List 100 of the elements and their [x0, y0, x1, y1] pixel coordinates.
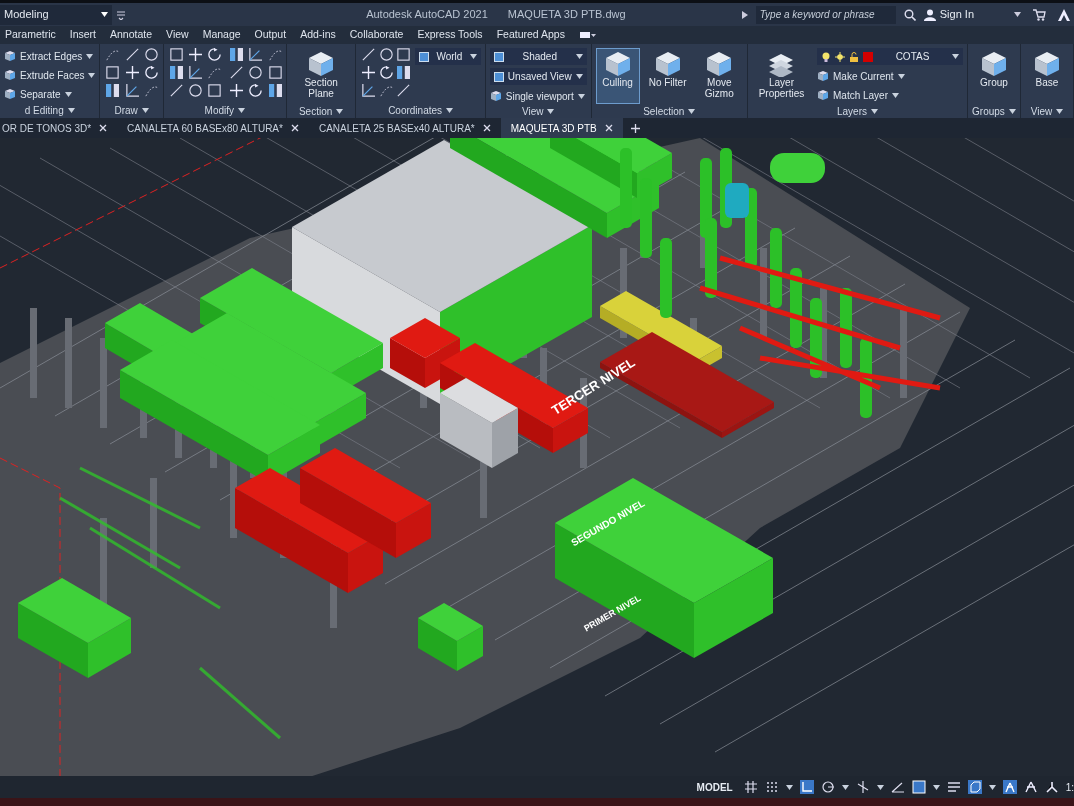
ribbon-button[interactable]: Extract Edges [4, 48, 96, 64]
ribbon-tab[interactable]: Parametric [0, 27, 63, 43]
ribbon-tab[interactable]: Express Tools [410, 27, 490, 43]
caret-icon [892, 92, 899, 98]
ribbon-large-button[interactable]: Layer Properties [751, 48, 811, 104]
mirror-icon [268, 84, 282, 97]
annotation-scale: 1: [1065, 780, 1074, 795]
ribbon-large-button[interactable]: No Filter [645, 48, 690, 104]
line-icon [229, 66, 243, 79]
panel-title: Draw [114, 103, 138, 118]
ribbon-tab[interactable]: Annotate [103, 27, 160, 43]
view-icon [493, 51, 504, 62]
caret-icon [575, 74, 583, 79]
file-tab[interactable]: CANALETA 25 BASEx40 ALTURA* [308, 118, 501, 138]
caret-icon [897, 73, 905, 79]
ribbon-button[interactable]: Single viewport [489, 88, 587, 104]
mirror-icon [229, 48, 243, 61]
panel-title: Section [298, 105, 333, 118]
mirror-icon [397, 66, 411, 79]
panel-title: Modify [204, 103, 235, 118]
file-tab[interactable]: OR DE TONOS 3D* [0, 118, 118, 138]
user-icon [923, 8, 936, 21]
ribbon-dropdown[interactable]: Unsaved View [489, 68, 587, 85]
search-field[interactable]: Type a keyword or phrase [755, 5, 896, 24]
dashed-arc-icon [208, 66, 222, 79]
ribbon-tab[interactable]: Manage [195, 27, 248, 43]
caret-icon [1008, 109, 1016, 114]
stacked-sheets-icon [768, 51, 795, 77]
line-icon [125, 48, 139, 61]
sun-icon [835, 51, 845, 62]
caret-icon [86, 53, 94, 59]
dot-grid-icon [764, 780, 779, 794]
panel-title: View [522, 105, 544, 118]
close-icon [290, 124, 299, 132]
ribbon-large-button[interactable]: Section Plane [290, 48, 352, 104]
close-icon [482, 124, 491, 132]
dashed-arc-icon [379, 84, 393, 97]
square-icon [268, 66, 282, 79]
line-icon [362, 48, 376, 61]
caret-icon [101, 12, 108, 17]
ribbon-button[interactable]: Make Current [817, 68, 963, 84]
polar-icon [820, 780, 835, 794]
axis-icon [362, 84, 376, 97]
close-icon [99, 124, 108, 132]
ribbon-dropdown[interactable]: Shaded [489, 48, 587, 65]
caret-icon [988, 784, 996, 790]
cart-icon [1033, 8, 1046, 21]
mirror-icon [169, 66, 183, 79]
workspace-dropdown[interactable]: Modeling [0, 4, 112, 25]
ribbon-dropdown[interactable]: World [414, 48, 481, 65]
caret-icon [688, 109, 696, 114]
ribbon-large-button[interactable]: Culling [595, 48, 640, 104]
transparency-cube-icon [967, 780, 982, 794]
ribbon-large-button[interactable]: Group [972, 48, 1016, 104]
ribbon-large-button[interactable]: Base [1025, 48, 1069, 104]
file-tab[interactable]: MAQUETA 3D PTB [500, 118, 623, 138]
caret-icon [238, 107, 246, 113]
caret-icon [785, 784, 793, 790]
square-icon [106, 66, 120, 79]
panel-title: View [1030, 105, 1053, 118]
ribbon-tab[interactable]: Output [247, 27, 294, 43]
axis-icon [189, 66, 203, 79]
ribbon-tab[interactable]: Insert [62, 27, 104, 43]
caret-icon [88, 72, 96, 78]
cube-icon [308, 51, 335, 77]
model-space-button[interactable]: MODEL [692, 779, 737, 795]
circle-icon [379, 48, 393, 61]
app-title: Autodesk AutoCAD 2021 [366, 7, 488, 23]
ribbon-tab[interactable]: View [159, 27, 196, 43]
cube-icon [817, 70, 829, 82]
mirror-icon [106, 84, 120, 97]
move-arrows-icon [125, 66, 139, 79]
ribbon-button[interactable]: Match Layer [817, 87, 963, 103]
circle-icon [249, 66, 263, 79]
rotate-icon [249, 84, 263, 97]
square-icon [397, 48, 411, 61]
line-icon [397, 84, 411, 97]
dashed-arc-icon [106, 48, 120, 61]
close-icon [604, 124, 613, 132]
view-icon [418, 51, 429, 62]
ribbon-tab[interactable]: Collaborate [342, 27, 411, 43]
padlock-icon [849, 51, 859, 62]
ribbon-dropdown[interactable]: COTAS [817, 48, 963, 65]
sign-in-button[interactable]: Sign In [923, 6, 974, 23]
ribbon-tab[interactable]: Featured Apps [489, 27, 572, 43]
chevron-right-icon [741, 10, 748, 19]
caret-icon [67, 107, 75, 113]
axis-icon [249, 48, 263, 61]
ribbon-tab[interactable]: Add-ins [293, 27, 343, 43]
move-arrows-icon [362, 66, 376, 79]
ribbon-toggle-icon [579, 31, 596, 39]
caret-icon [876, 784, 884, 790]
square-icon [169, 48, 183, 61]
file-tab[interactable]: CANALETA 60 BASEx80 ALTURA* [117, 118, 309, 138]
cube-icon [654, 51, 681, 77]
ribbon-large-button[interactable]: Move Gizmo [695, 48, 743, 104]
menu-icon [116, 9, 126, 20]
caret-icon [841, 784, 849, 790]
ribbon-button[interactable]: Extrude Faces [4, 67, 96, 83]
ribbon-button[interactable]: Separate [4, 86, 96, 102]
